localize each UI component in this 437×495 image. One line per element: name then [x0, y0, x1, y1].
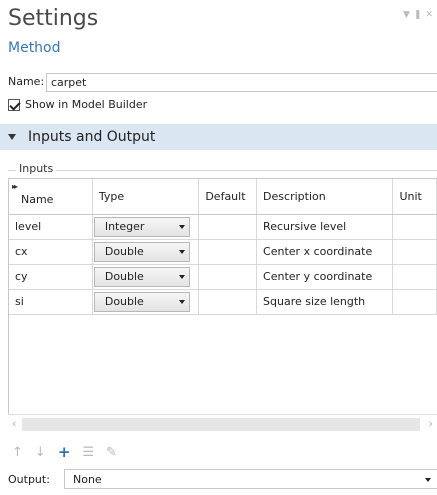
cell-description[interactable]: Center x coordinate [256, 239, 394, 265]
collapse-arrow-icon[interactable] [8, 134, 16, 140]
table-row[interactable]: level Integer Recursive level [9, 214, 437, 240]
settings-title: Settings [8, 6, 99, 31]
cell-description[interactable]: Recursive level [256, 214, 394, 240]
window-controls: ▼ ❚ ✕ [403, 10, 433, 20]
column-header-type[interactable]: Type [92, 179, 200, 215]
output-label: Output: [8, 473, 50, 486]
name-label: Name: [8, 75, 45, 88]
pin-icon[interactable]: ❚ [414, 10, 422, 20]
chevron-down-icon [178, 274, 185, 279]
chevron-down-icon [178, 299, 185, 304]
column-header-description[interactable]: Description [256, 179, 394, 215]
output-select[interactable]: None [64, 469, 437, 489]
type-select[interactable]: Double [93, 241, 190, 262]
show-in-builder-row[interactable]: Show in Model Builder [8, 98, 147, 111]
edit-icon[interactable]: ✎ [106, 445, 117, 460]
horizontal-scrollbar[interactable]: ‹ › [8, 414, 437, 434]
table-header-row: ▸▸ Name Type Default Description Unit [9, 179, 437, 215]
cell-default[interactable] [198, 239, 258, 265]
cell-default[interactable] [198, 264, 258, 290]
dropdown-icon[interactable]: ▼ [403, 10, 410, 20]
type-select[interactable]: Integer [93, 216, 190, 237]
cell-description[interactable]: Center y coordinate [256, 264, 394, 290]
arrow-down-icon[interactable]: ↓ [35, 445, 46, 460]
cell-description[interactable]: Square size length [256, 289, 394, 315]
cell-name[interactable]: si [9, 289, 93, 315]
column-move-icon[interactable]: ▸▸ [12, 182, 18, 191]
column-header-default[interactable]: Default [198, 179, 258, 215]
cell-type[interactable]: Double [92, 264, 200, 290]
inputs-group-title: Inputs [16, 162, 57, 175]
cell-type[interactable]: Double [92, 239, 200, 265]
type-select[interactable]: Double [93, 291, 190, 312]
group-divider [8, 170, 437, 171]
arrow-up-icon[interactable]: ↑ [12, 445, 23, 460]
add-icon[interactable]: + [58, 443, 71, 461]
close-icon[interactable]: ✕ [425, 10, 433, 20]
scrollbar-thumb[interactable] [22, 418, 420, 431]
chevron-down-icon [178, 249, 185, 254]
show-in-builder-label: Show in Model Builder [25, 98, 148, 111]
name-row: Name: carpet [0, 73, 437, 93]
chevron-down-icon [425, 478, 431, 482]
cell-unit[interactable] [392, 289, 437, 315]
table-row[interactable]: si Double Square size length [9, 289, 437, 315]
cell-unit[interactable] [392, 264, 437, 290]
cell-default[interactable] [198, 214, 258, 240]
cell-name[interactable]: level [9, 214, 93, 240]
cell-name[interactable]: cy [9, 264, 93, 290]
table-toolbar: ↑ ↓ + ☰ ✎ [12, 443, 117, 461]
type-select[interactable]: Double [93, 266, 190, 287]
inputs-output-section-header[interactable]: Inputs and Output [0, 124, 437, 150]
scroll-left-icon[interactable]: ‹ [12, 417, 16, 430]
column-header-name[interactable]: ▸▸ Name [9, 179, 93, 215]
cell-type[interactable]: Integer [92, 214, 200, 240]
settings-subtitle: Method [8, 40, 61, 56]
column-header-unit[interactable]: Unit [392, 179, 437, 215]
table-row[interactable]: cy Double Center y coordinate [9, 264, 437, 290]
name-input[interactable]: carpet [46, 73, 437, 92]
cell-unit[interactable] [392, 214, 437, 240]
scroll-right-icon[interactable]: › [429, 417, 433, 430]
chevron-down-icon [178, 224, 185, 229]
inputs-table: ▸▸ Name Type Default Description Unit le… [8, 178, 437, 434]
section-title: Inputs and Output [28, 129, 156, 145]
cell-type[interactable]: Double [92, 289, 200, 315]
cell-unit[interactable] [392, 239, 437, 265]
cell-default[interactable] [198, 289, 258, 315]
cell-name[interactable]: cx [9, 239, 93, 265]
show-in-builder-checkbox[interactable] [8, 98, 20, 111]
table-row[interactable]: cx Double Center x coordinate [9, 239, 437, 265]
delete-icon[interactable]: ☰ [82, 445, 94, 460]
